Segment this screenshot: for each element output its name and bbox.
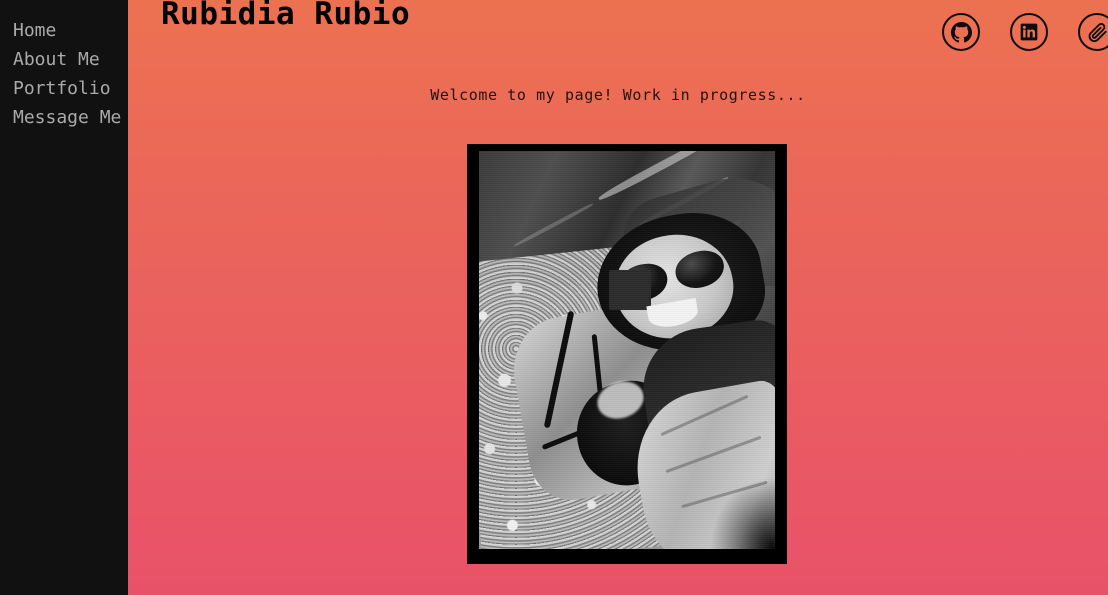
linkedin-link[interactable]	[1010, 13, 1048, 51]
welcome-message: Welcome to my page! Work in progress...	[430, 86, 806, 104]
sidebar-item-portfolio[interactable]: Portfolio	[0, 79, 128, 99]
main-content: Rubidia Rubio Welcome to my page! Work i…	[128, 0, 1108, 595]
photo-shadow	[709, 477, 775, 549]
sidebar-item-home[interactable]: Home	[0, 21, 128, 41]
linkedin-icon	[1019, 22, 1039, 42]
social-links	[942, 13, 1108, 51]
github-icon	[950, 21, 972, 43]
photo-glasses-bridge	[609, 270, 651, 311]
profile-photo	[479, 151, 775, 549]
page-root: Home About Me Portfolio Message Me Rubid…	[0, 0, 1108, 595]
page-header: Rubidia Rubio	[128, 0, 1108, 62]
sidebar-nav: Home About Me Portfolio Message Me	[0, 0, 128, 595]
sidebar-item-message-me[interactable]: Message Me	[0, 108, 128, 128]
profile-photo-frame	[467, 144, 787, 564]
page-title: Rubidia Rubio	[161, 0, 411, 32]
paperclip-icon	[1087, 22, 1108, 43]
github-link[interactable]	[942, 13, 980, 51]
sidebar-item-about-me[interactable]: About Me	[0, 50, 128, 70]
resume-link[interactable]	[1078, 13, 1108, 51]
